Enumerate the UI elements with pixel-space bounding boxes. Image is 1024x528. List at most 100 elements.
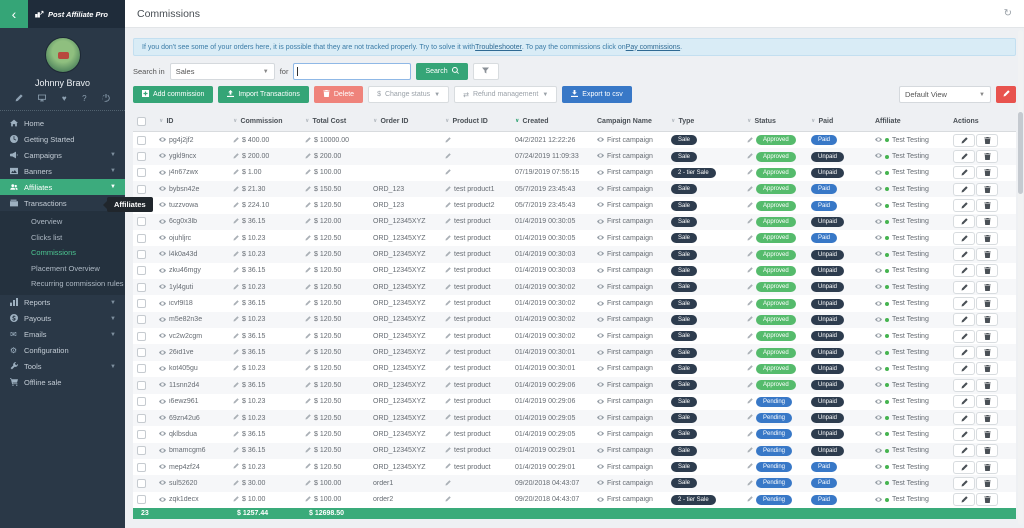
edit-row-button[interactable] — [953, 493, 975, 506]
pencil-icon[interactable] — [445, 463, 451, 470]
power-icon[interactable] — [102, 94, 110, 103]
eye-icon[interactable] — [159, 185, 166, 193]
eye-icon[interactable] — [597, 267, 604, 275]
sidebar-item-configuration[interactable]: ⚙Configuration — [0, 343, 125, 359]
delete-row-button[interactable] — [976, 428, 998, 441]
pencil-icon[interactable] — [233, 447, 239, 454]
eye-icon[interactable] — [597, 283, 604, 291]
pencil-icon[interactable] — [445, 431, 451, 438]
sidebar-item-emails[interactable]: ✉Emails▼ — [0, 327, 125, 343]
pay-commissions-link[interactable]: Pay commissions — [626, 44, 680, 51]
eye-icon[interactable] — [875, 201, 882, 209]
pencil-icon[interactable] — [305, 316, 311, 323]
row-checkbox[interactable] — [137, 299, 146, 308]
pencil-icon[interactable] — [305, 300, 311, 307]
pencil-icon[interactable] — [445, 496, 451, 503]
pencil-icon[interactable] — [747, 137, 753, 144]
delete-button[interactable]: Delete — [314, 86, 363, 103]
eye-icon[interactable] — [159, 496, 166, 504]
pencil-icon[interactable] — [233, 218, 239, 225]
pencil-icon[interactable] — [445, 235, 451, 242]
column-header-status[interactable]: ∨Status — [743, 118, 807, 125]
pencil-icon[interactable] — [233, 333, 239, 340]
pencil-icon[interactable] — [747, 382, 753, 389]
eye-icon[interactable] — [875, 447, 882, 455]
eye-icon[interactable] — [875, 169, 882, 177]
eye-icon[interactable] — [875, 463, 882, 471]
pencil-icon[interactable] — [747, 316, 753, 323]
scrollbar-track[interactable] — [1018, 30, 1023, 525]
pencil-icon[interactable] — [233, 267, 239, 274]
pencil-icon[interactable] — [747, 202, 753, 209]
eye-icon[interactable] — [597, 430, 604, 438]
eye-icon[interactable] — [875, 250, 882, 258]
row-checkbox[interactable] — [137, 479, 146, 488]
pencil-icon[interactable] — [305, 365, 311, 372]
eye-icon[interactable] — [597, 169, 604, 177]
delete-row-button[interactable] — [976, 379, 998, 392]
eye-icon[interactable] — [875, 430, 882, 438]
pencil-icon[interactable] — [305, 414, 311, 421]
pencil-icon[interactable] — [747, 447, 753, 454]
delete-row-button[interactable] — [976, 248, 998, 261]
eye-icon[interactable] — [875, 234, 882, 242]
eye-icon[interactable] — [875, 283, 882, 291]
pencil-icon[interactable] — [305, 169, 311, 176]
column-header-order[interactable]: ∨Order ID — [369, 118, 441, 125]
pencil-icon[interactable] — [305, 349, 311, 356]
pencil-icon[interactable] — [305, 267, 311, 274]
delete-row-button[interactable] — [976, 444, 998, 457]
row-checkbox[interactable] — [137, 234, 146, 243]
pencil-icon[interactable] — [233, 496, 239, 503]
eye-icon[interactable] — [159, 447, 166, 455]
edit-row-button[interactable] — [953, 199, 975, 212]
import-transactions-button[interactable]: Import Transactions — [218, 86, 308, 103]
pencil-icon[interactable] — [747, 398, 753, 405]
eye-icon[interactable] — [875, 349, 882, 357]
submenu-item-commissions[interactable]: Commissions — [0, 245, 125, 261]
eye-icon[interactable] — [159, 398, 166, 406]
pencil-icon[interactable] — [747, 431, 753, 438]
pencil-icon[interactable] — [305, 218, 311, 225]
pencil-icon[interactable] — [445, 480, 451, 487]
pencil-icon[interactable] — [747, 153, 753, 160]
pencil-icon[interactable] — [445, 447, 451, 454]
delete-row-button[interactable] — [976, 412, 998, 425]
delete-row-button[interactable] — [976, 150, 998, 163]
delete-row-button[interactable] — [976, 215, 998, 228]
sidebar-item-payouts[interactable]: Payouts▼ — [0, 311, 125, 327]
eye-icon[interactable] — [875, 479, 882, 487]
view-select[interactable]: Default View ▼ — [899, 86, 991, 103]
sidebar-item-affiliates[interactable]: Affiliates▼ — [0, 179, 125, 195]
pencil-icon[interactable] — [445, 398, 451, 405]
edit-row-button[interactable] — [953, 362, 975, 375]
pencil-icon[interactable] — [233, 398, 239, 405]
edit-row-button[interactable] — [953, 264, 975, 277]
sidebar-item-reports[interactable]: Reports▼ — [0, 295, 125, 311]
eye-icon[interactable] — [875, 332, 882, 340]
column-header-type[interactable]: ∨Type — [667, 118, 743, 125]
delete-row-button[interactable] — [976, 395, 998, 408]
row-checkbox[interactable] — [137, 250, 146, 259]
pencil-icon[interactable] — [445, 169, 451, 176]
row-checkbox[interactable] — [137, 446, 146, 455]
edit-row-button[interactable] — [953, 444, 975, 457]
search-button[interactable]: Search — [416, 63, 467, 80]
pencil-icon[interactable] — [233, 251, 239, 258]
add-commission-button[interactable]: Add commission — [133, 86, 213, 103]
eye-icon[interactable] — [597, 250, 604, 258]
eye-icon[interactable] — [159, 430, 166, 438]
heart-icon[interactable]: ♥ — [62, 94, 67, 103]
pencil-icon[interactable] — [233, 431, 239, 438]
eye-icon[interactable] — [597, 136, 604, 144]
pencil-icon[interactable] — [747, 496, 753, 503]
delete-row-button[interactable] — [976, 461, 998, 474]
pencil-icon[interactable] — [445, 202, 451, 209]
eye-icon[interactable] — [159, 234, 166, 242]
eye-icon[interactable] — [875, 267, 882, 275]
delete-row-button[interactable] — [976, 199, 998, 212]
edit-row-button[interactable] — [953, 166, 975, 179]
sidebar-item-home[interactable]: Home — [0, 115, 125, 131]
edit-row-button[interactable] — [953, 232, 975, 245]
pencil-icon[interactable] — [305, 251, 311, 258]
